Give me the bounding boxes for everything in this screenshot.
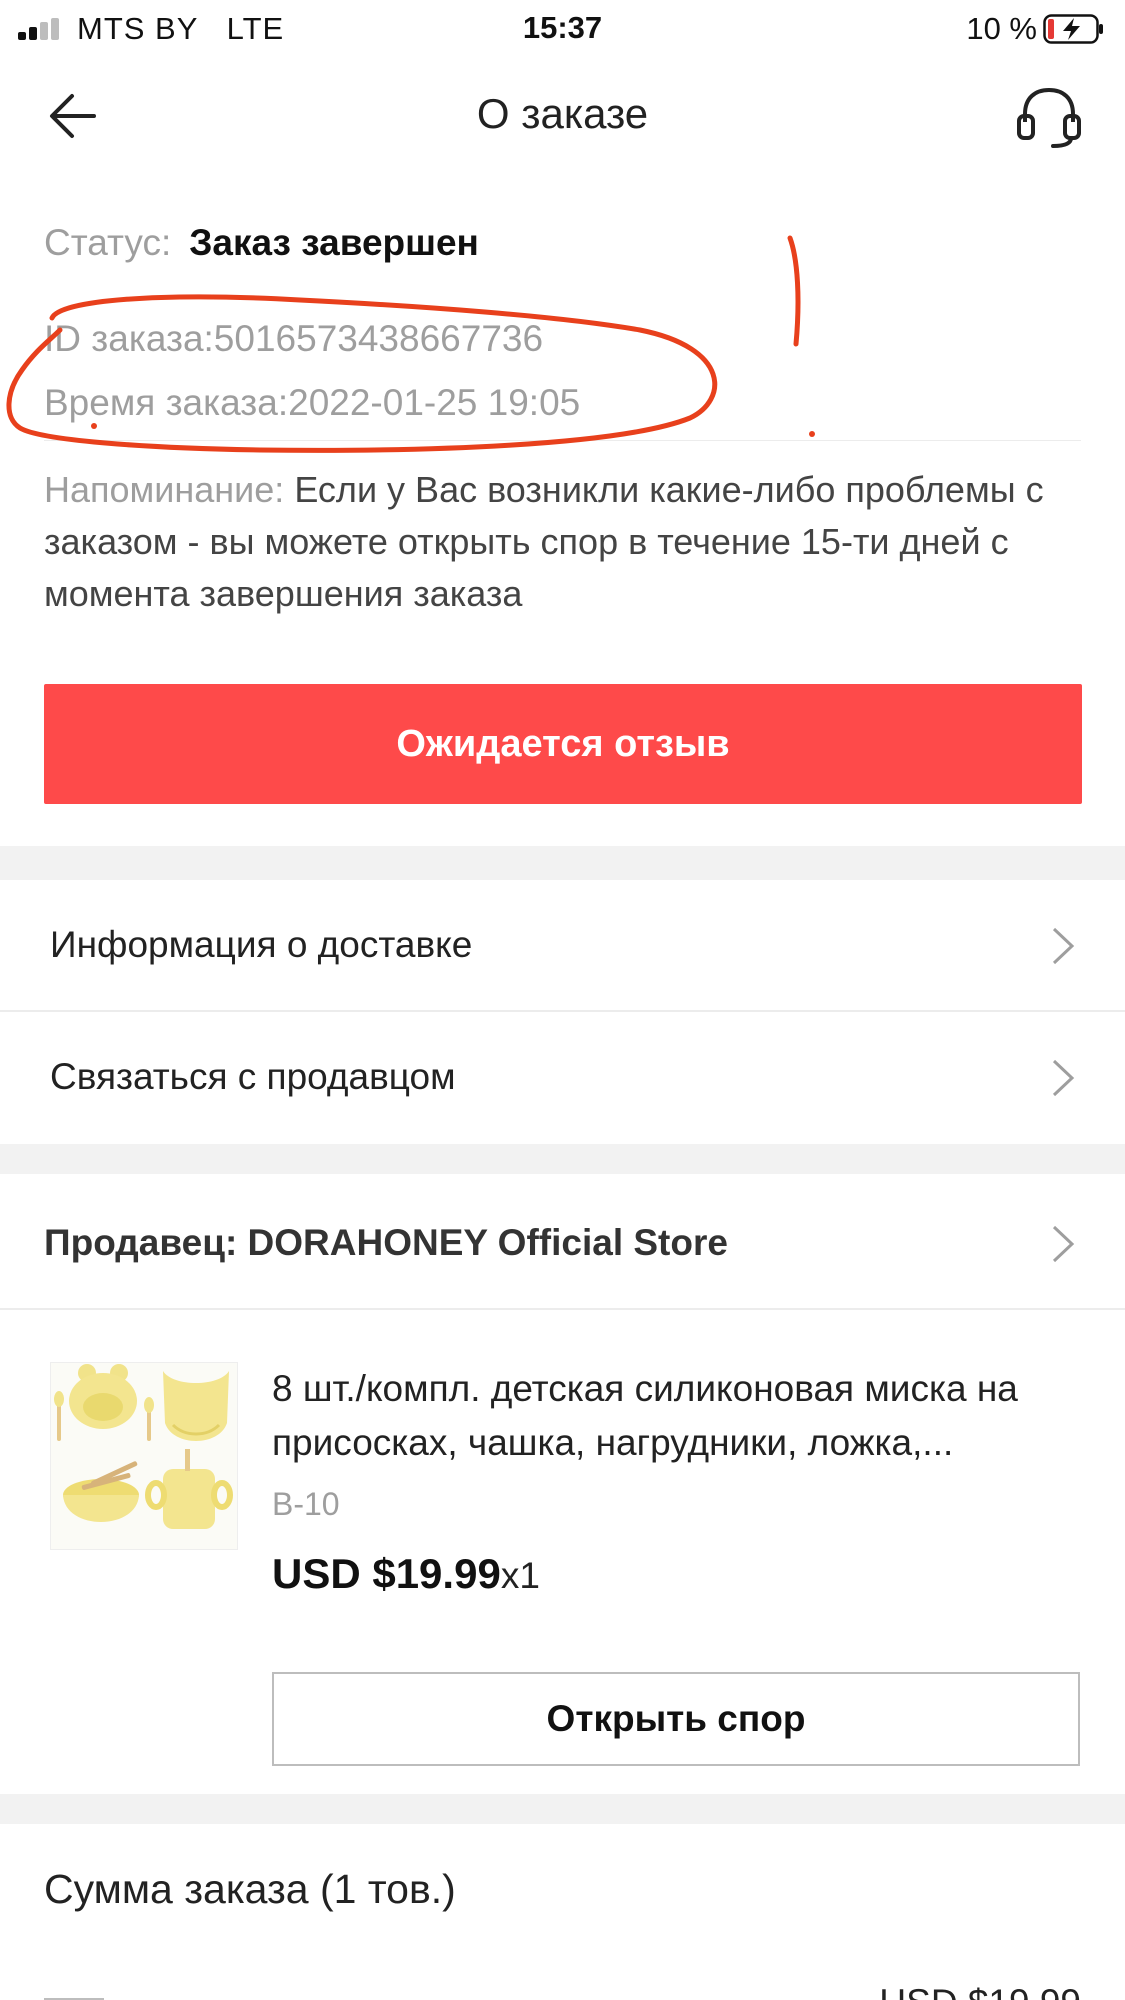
page-title: О заказе xyxy=(476,90,649,137)
seller-name: Продавец: DORAHONEY Official Store xyxy=(44,1222,728,1263)
product-sku: B-10 xyxy=(272,1486,340,1522)
order-summary-line: USD $19.99 xyxy=(44,1984,1081,2000)
section-gap xyxy=(0,1794,1125,1824)
open-dispute-button[interactable]: Открыть спор xyxy=(272,1672,1080,1766)
baby-tableware-set-image[interactable] xyxy=(50,1362,238,1550)
product-title[interactable]: 8 шт./компл. детская силиконовая миска н… xyxy=(272,1362,1092,1470)
headset-icon[interactable] xyxy=(1013,82,1085,150)
clock: 15:37 xyxy=(522,10,603,45)
section-gap xyxy=(0,846,1125,880)
section-gap xyxy=(0,1144,1125,1174)
reminder-label: Напоминание: xyxy=(44,469,285,510)
chevron-right-icon xyxy=(1052,927,1075,965)
order-id: ID заказа:5016573438667736 xyxy=(44,318,544,359)
battery-charging-icon xyxy=(1043,14,1103,44)
quantity: x1 xyxy=(500,1555,540,1596)
contact-seller-row[interactable]: Связаться с продавцом xyxy=(0,1012,1125,1142)
order-summary-title: Сумма заказа (1 тов.) xyxy=(44,1866,456,1912)
divider xyxy=(0,1308,1125,1310)
battery-percent: 10 % xyxy=(966,11,1037,46)
contact-seller-label: Связаться с продавцом xyxy=(50,1056,456,1097)
status-label: Статус: xyxy=(44,222,172,263)
divider xyxy=(44,440,1081,441)
summary-total: USD $19.99 xyxy=(879,1984,1081,2000)
product-price: USD $19.99x1 xyxy=(272,1550,540,1598)
price-value: USD $19.99 xyxy=(272,1550,501,1597)
seller-store-row[interactable]: Продавец: DORAHONEY Official Store xyxy=(0,1178,1125,1308)
status-value: Заказ завершен xyxy=(189,222,479,263)
leave-review-button[interactable]: Ожидается отзыв xyxy=(44,684,1082,804)
order-status: Статус: Заказ завершен xyxy=(44,222,479,264)
top-nav-bar: О заказе xyxy=(0,60,1125,170)
dispute-reminder: Напоминание: Если у Вас возникли какие-л… xyxy=(44,464,1084,620)
chevron-right-icon xyxy=(1052,1225,1075,1263)
status-bar: MTS BY LTE 15:37 10 % xyxy=(0,0,1125,60)
chevron-right-icon xyxy=(1052,1059,1075,1097)
order-details-screen: MTS BY LTE 15:37 10 % О заказе Статус: За… xyxy=(0,0,1125,2000)
delivery-info-label: Информация о доставке xyxy=(50,924,473,965)
order-time: Время заказа:2022-01-25 19:05 xyxy=(44,382,581,423)
delivery-info-row[interactable]: Информация о доставке xyxy=(0,880,1125,1010)
